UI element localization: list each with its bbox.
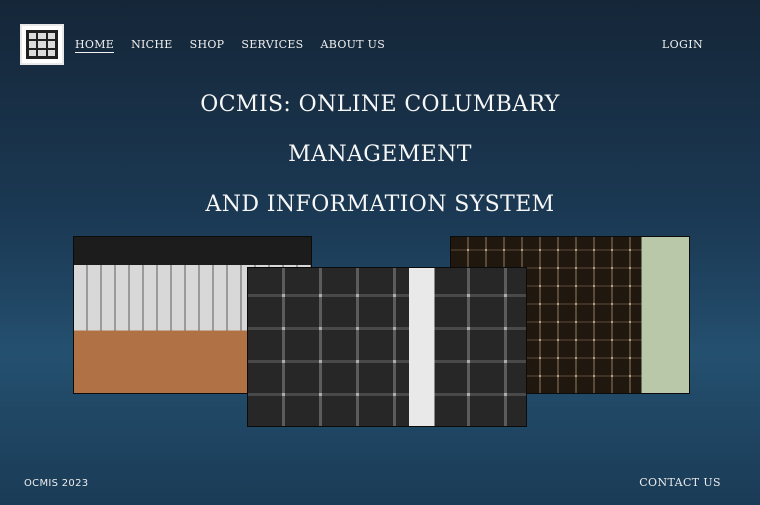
nav-shop[interactable]: SHOP (190, 38, 225, 53)
nav-services[interactable]: SERVICES (241, 38, 303, 53)
logo-icon[interactable] (20, 24, 64, 65)
niche-grid-icon (26, 30, 58, 59)
main-nav: HOME NICHE SHOP SERVICES ABOUT US (75, 38, 385, 53)
nav-home[interactable]: HOME (75, 38, 115, 53)
hero-title-line-2: MANAGEMENT (288, 142, 472, 167)
login-link[interactable]: LOGIN (662, 38, 703, 51)
hero-title-line-1: OCMIS: ONLINE COLUMBARY (200, 92, 560, 117)
contact-us-link[interactable]: CONTACT US (639, 476, 721, 489)
nav-about-us[interactable]: ABOUT US (321, 38, 386, 53)
hero-title-line-3: AND INFORMATION SYSTEM (205, 192, 555, 217)
footer-copyright: OCMIS 2023 (24, 478, 89, 489)
nav-niche[interactable]: NICHE (131, 38, 173, 53)
niche-wall-closeup-photo (247, 267, 527, 427)
